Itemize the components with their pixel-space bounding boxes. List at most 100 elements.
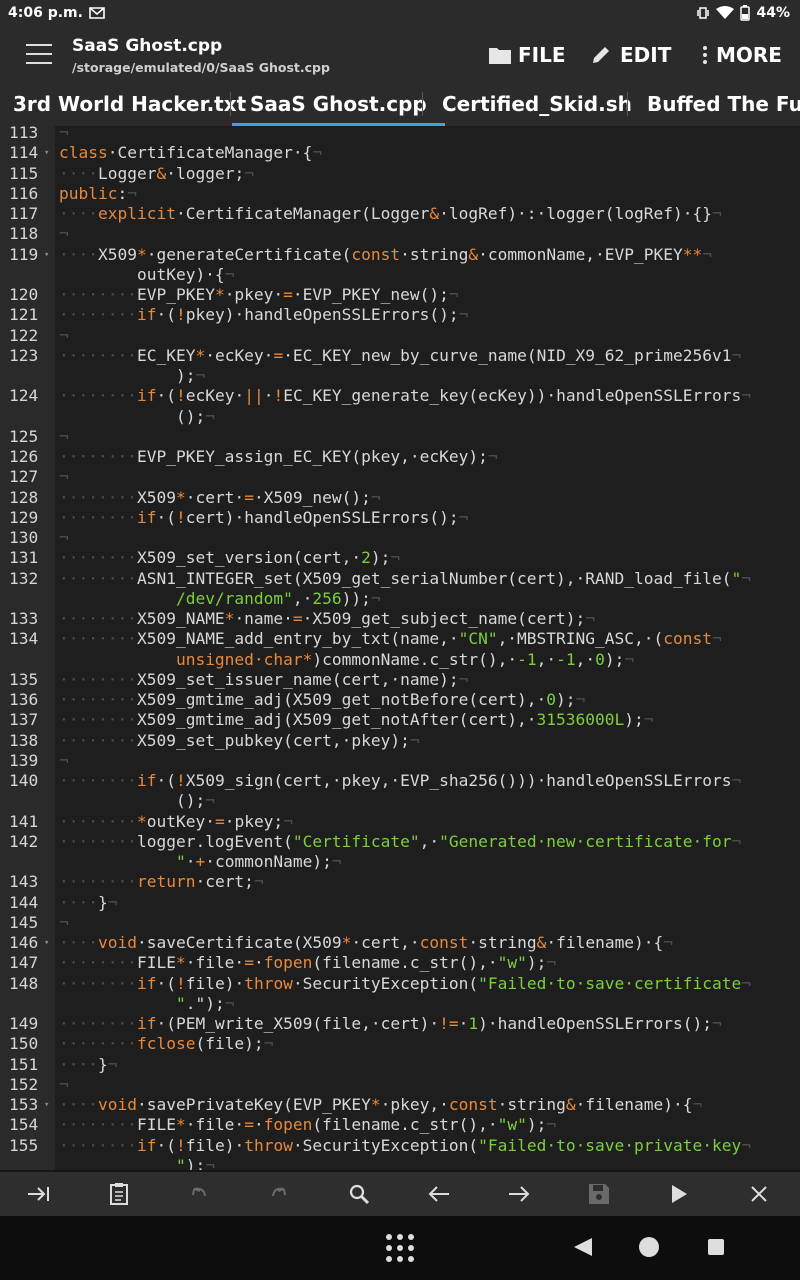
home-icon[interactable] xyxy=(638,1236,660,1258)
line-number: 137 xyxy=(9,710,39,730)
file-menu-button[interactable]: FILE xyxy=(488,43,566,67)
fold-toggle-icon[interactable]: ▾ xyxy=(44,1095,49,1115)
eol-marker: ¬ xyxy=(331,852,342,871)
tab-saas-ghost[interactable]: SaaS Ghost.cpp xyxy=(232,82,445,126)
whitespace-marker: ········ xyxy=(59,568,137,588)
code-editor[interactable]: 113 ¬ 114 ▾ class·CertificateManager·{¬ 115 ··… xyxy=(0,126,800,1170)
code-token: ·string xyxy=(468,933,537,952)
tab-certified-skid[interactable]: Certified_Skid.sh xyxy=(442,82,632,126)
code-token: (); xyxy=(59,791,206,811)
search-icon[interactable] xyxy=(344,1182,374,1206)
whitespace-marker: ········ xyxy=(59,973,137,993)
back-icon[interactable] xyxy=(572,1236,594,1258)
code-token: ·savePrivateKey(EVP_PKEY xyxy=(136,1095,371,1114)
arrow-right-icon[interactable] xyxy=(504,1182,534,1206)
code-token: ·CertificateManager·{ xyxy=(107,143,313,163)
code-text: ····void·saveCertificate(X509*·cert,·con… xyxy=(59,933,673,953)
keyword-token: * xyxy=(175,487,186,507)
code-text: public:¬ xyxy=(59,184,137,204)
keyword-token: ! xyxy=(175,386,186,406)
code-token: )commonName.c_str(),· xyxy=(312,649,518,669)
whitespace-marker: ········ xyxy=(59,487,137,507)
keyword-token: & xyxy=(536,933,547,952)
recents-icon[interactable] xyxy=(707,1238,725,1256)
code-token: X509_NAME xyxy=(136,609,225,628)
code-token: ·cert· xyxy=(185,487,245,507)
code-text: ····void·savePrivateKey(EVP_PKEY*·pkey,·… xyxy=(59,1095,702,1115)
code-text: ········EC_KEY*·ecKey·=·EC_KEY_new_by_cu… xyxy=(59,346,741,366)
line-number: 131 xyxy=(9,548,39,568)
whitespace-marker: ········ xyxy=(59,447,137,466)
tab-3rd-world-hacker[interactable]: 3rd World Hacker.txt xyxy=(13,82,246,126)
literal-token: "Failed·to·save·private·key xyxy=(478,1135,742,1155)
line-number: 114 xyxy=(9,143,39,163)
literal-token: "Failed·to·save·certificate xyxy=(478,973,742,993)
eol-marker: ¬ xyxy=(448,285,459,304)
tab-buffed[interactable]: Buffed The Fuck xyxy=(647,82,800,126)
more-menu-button[interactable]: MORE xyxy=(700,43,782,67)
code-text: ¬ xyxy=(59,427,69,447)
undo-icon[interactable] xyxy=(184,1182,214,1206)
code-text: ····}¬ xyxy=(59,893,117,913)
app-drawer-icon[interactable] xyxy=(384,1232,416,1264)
code-text: ();¬ xyxy=(59,407,215,427)
code-text: ········if·(PEM_write_X509(file,·cert)·!… xyxy=(59,1014,722,1034)
eol-marker: ¬ xyxy=(127,183,137,203)
code-text: ");¬ xyxy=(59,1156,215,1170)
literal-token: "w" xyxy=(497,1115,527,1135)
eol-marker: ¬ xyxy=(546,953,557,973)
run-icon[interactable] xyxy=(664,1182,694,1206)
tab-indent-icon[interactable] xyxy=(24,1182,54,1206)
redo-icon[interactable] xyxy=(264,1182,294,1206)
line-number: 118 xyxy=(9,224,39,244)
document-path: /storage/emulated/0/SaaS Ghost.cpp xyxy=(72,60,330,75)
code-token: ,·MBSTRING_ASC,·( xyxy=(497,629,664,649)
keyword-token: ! xyxy=(175,1135,186,1155)
eol-marker: ¬ xyxy=(59,126,69,142)
fold-toggle-icon[interactable]: ▾ xyxy=(44,143,49,163)
code-token: } xyxy=(97,892,108,912)
code-text: ········X509*·cert·=·X509_new();¬ xyxy=(59,488,381,508)
literal-token: 2 xyxy=(361,548,371,568)
whitespace-marker: ········ xyxy=(59,811,137,831)
keyword-token: * xyxy=(175,1115,186,1135)
eol-marker: ¬ xyxy=(107,1054,118,1074)
line-number: 150 xyxy=(9,1034,39,1054)
menu-icon[interactable] xyxy=(26,44,52,64)
tab-separator xyxy=(422,92,423,116)
keyword-token: explicit xyxy=(97,204,176,223)
line-number: 143 xyxy=(9,872,39,892)
literal-token: 256 xyxy=(312,588,342,608)
code-token: ·X509_new(); xyxy=(253,487,371,507)
line-number: 138 xyxy=(9,730,39,750)
code-token: ,· xyxy=(419,831,440,851)
paste-icon[interactable] xyxy=(104,1182,134,1206)
file-tabs: 3rd World Hacker.txt SaaS Ghost.cpp Cert… xyxy=(0,82,800,126)
code-token: ·(PEM_write_X509(file,·cert)· xyxy=(156,1014,440,1033)
eol-marker: ¬ xyxy=(711,204,722,223)
code-token: ,· xyxy=(536,649,557,669)
code-token: (); xyxy=(59,406,206,426)
close-icon[interactable] xyxy=(744,1182,774,1206)
code-text: ········ASN1_INTEGER_set(X509_get_serial… xyxy=(59,569,751,589)
code-token: )·handleOpenSSLErrors(); xyxy=(478,1014,713,1033)
code-text: ········FILE*·file·=·fopen(filename.c_st… xyxy=(59,953,556,973)
arrow-left-icon[interactable] xyxy=(424,1182,454,1206)
edit-menu-button[interactable]: EDIT xyxy=(590,43,671,67)
code-text: ····Logger&·logger;¬ xyxy=(59,164,254,184)
line-number: 126 xyxy=(9,447,39,466)
code-token: ,· xyxy=(575,649,596,669)
line-number: 149 xyxy=(9,1014,39,1033)
code-token: EVP_PKEY xyxy=(136,285,215,304)
code-token: EC_KEY xyxy=(136,345,196,365)
folder-icon xyxy=(489,48,511,64)
line-number: 120 xyxy=(9,285,39,304)
keyword-token: ! xyxy=(175,507,186,527)
status-bar: 4:06 p.m. 44% xyxy=(0,0,800,28)
fold-toggle-icon[interactable]: ▾ xyxy=(44,245,49,265)
fold-toggle-icon[interactable]: ▾ xyxy=(44,933,49,953)
save-icon[interactable] xyxy=(584,1182,614,1206)
code-token: ·( xyxy=(156,386,176,406)
